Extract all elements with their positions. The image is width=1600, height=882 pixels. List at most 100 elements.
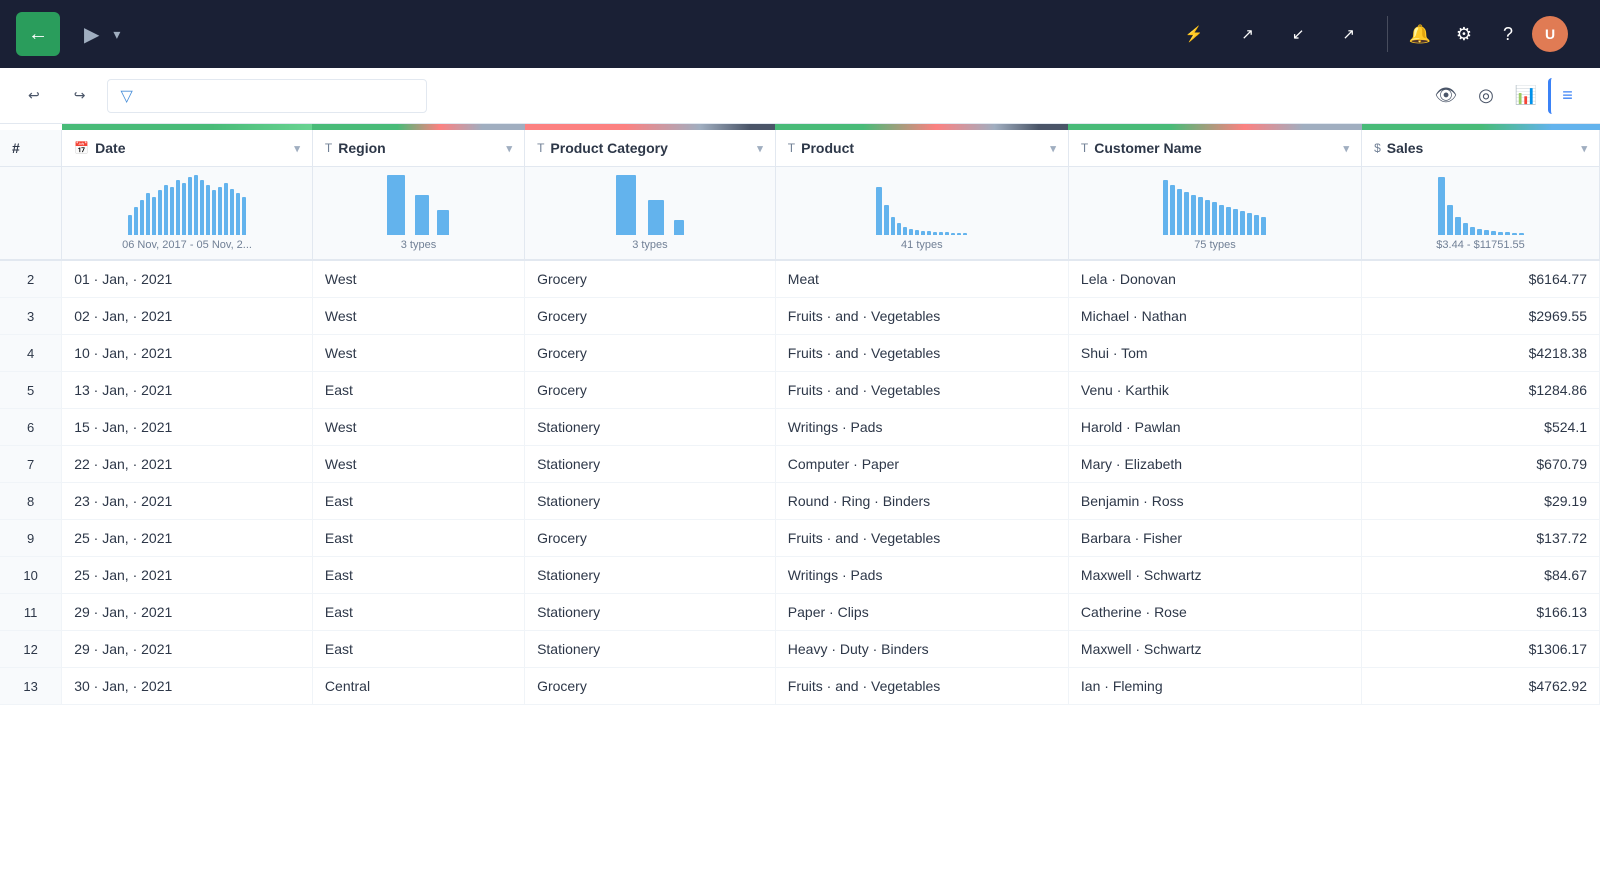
cell-region-3: East: [312, 372, 524, 409]
table-row: 11 29 · Jan, · 2021 East Stationery Pape…: [0, 594, 1600, 631]
help-button[interactable]: ?: [1488, 14, 1528, 54]
cell-region-2: West: [312, 335, 524, 372]
cell-category-10: Stationery: [525, 631, 776, 668]
customer-type-icon: T: [1081, 141, 1088, 155]
row-num-1: 3: [0, 298, 62, 335]
cell-date-2: 10 · Jan, · 2021: [62, 335, 313, 372]
cell-category-7: Grocery: [525, 520, 776, 557]
cell-category-11: Grocery: [525, 668, 776, 705]
cell-product-2: Fruits · and · Vegetables: [775, 335, 1068, 372]
product-sort-icon[interactable]: ▾: [1050, 142, 1056, 155]
customer-sort-icon[interactable]: ▾: [1344, 142, 1350, 155]
row-num-7: 9: [0, 520, 62, 557]
avatar[interactable]: U: [1532, 16, 1568, 52]
back-button[interactable]: ←: [16, 12, 60, 56]
import-button[interactable]: ↙: [1278, 17, 1325, 51]
cell-sales-8: $84.67: [1362, 557, 1600, 594]
region-chart-label: 3 types: [401, 239, 436, 251]
date-type-icon: 📅: [74, 141, 89, 155]
title-dropdown-icon[interactable]: ▾: [113, 26, 120, 43]
cell-category-4: Stationery: [525, 409, 776, 446]
settings-button[interactable]: ⚙: [1444, 14, 1484, 54]
row-num-6: 8: [0, 483, 62, 520]
nav-separator: ▶: [84, 22, 99, 47]
cell-category-0: Grocery: [525, 260, 776, 298]
customer-chart-label: 75 types: [1194, 239, 1236, 251]
cell-customer-0: Lela · Donovan: [1068, 260, 1361, 298]
row-num-10: 12: [0, 631, 62, 668]
category-sort-icon[interactable]: ▾: [757, 142, 763, 155]
sales-sort-icon[interactable]: ▾: [1581, 142, 1587, 155]
cell-date-10: 29 · Jan, · 2021: [62, 631, 313, 668]
cell-product-5: Computer · Paper: [775, 446, 1068, 483]
filter-icon: ▽: [120, 86, 132, 106]
product-type-icon: T: [788, 141, 795, 155]
chart-product: 41 types: [775, 167, 1068, 261]
cell-product-4: Writings · Pads: [775, 409, 1068, 446]
col-header-product[interactable]: T Product ▾: [775, 130, 1068, 167]
table-body: 2 01 · Jan, · 2021 West Grocery Meat Lel…: [0, 260, 1600, 705]
category-type-icon: T: [537, 141, 544, 155]
nav-divider: [1387, 16, 1388, 52]
cell-date-7: 25 · Jan, · 2021: [62, 520, 313, 557]
target-icon[interactable]: ◎: [1468, 78, 1504, 114]
chart-sales: $3.44 - $11751.55: [1362, 167, 1600, 261]
redo-icon: ↪: [74, 87, 86, 104]
cell-sales-5: $670.79: [1362, 446, 1600, 483]
cell-product-10: Heavy · Duty · Binders: [775, 631, 1068, 668]
row-num-11: 13: [0, 668, 62, 705]
top-nav: ← ▶ ▾ ⚡ ↗ ↙ ↗ 🔔 ⚙ ? U: [0, 0, 1600, 68]
col-header-customer[interactable]: T Customer Name ▾: [1068, 130, 1361, 167]
undo-button[interactable]: ↩: [16, 81, 58, 110]
date-sort-icon[interactable]: ▾: [294, 142, 300, 155]
chart-icon[interactable]: 📊: [1508, 78, 1544, 114]
cell-sales-7: $137.72: [1362, 520, 1600, 557]
cell-customer-2: Shui · Tom: [1068, 335, 1361, 372]
category-chart-label: 3 types: [632, 239, 667, 251]
cell-sales-2: $4218.38: [1362, 335, 1600, 372]
cell-product-8: Writings · Pads: [775, 557, 1068, 594]
chart-rownum: [0, 167, 62, 261]
cell-customer-11: Ian · Fleming: [1068, 668, 1361, 705]
cell-date-5: 22 · Jan, · 2021: [62, 446, 313, 483]
notifications-button[interactable]: 🔔: [1400, 14, 1440, 54]
cell-category-6: Stationery: [525, 483, 776, 520]
search-filter-box[interactable]: ▽: [107, 79, 427, 113]
row-num-2: 4: [0, 335, 62, 372]
col-header-rownum: #: [0, 130, 62, 167]
cell-category-2: Grocery: [525, 335, 776, 372]
col-header-region[interactable]: T Region ▾: [312, 130, 524, 167]
chart-row: 06 Nov, 2017 - 05 Nov, 2... 3 types: [0, 167, 1600, 261]
table-row: 10 25 · Jan, · 2021 East Stationery Writ…: [0, 557, 1600, 594]
export-button[interactable]: ↗: [1328, 17, 1375, 51]
cell-date-9: 29 · Jan, · 2021: [62, 594, 313, 631]
redo-button[interactable]: ↪: [62, 81, 104, 110]
region-sort-icon[interactable]: ▾: [507, 142, 513, 155]
category-mini-chart: [616, 175, 684, 235]
cell-customer-5: Mary · Elizabeth: [1068, 446, 1361, 483]
cell-region-10: East: [312, 631, 524, 668]
layout-icon[interactable]: ≡: [1548, 78, 1584, 114]
toolbar: ↩ ↪ ▽ 👁 ◎ 📊 ≡: [0, 68, 1600, 124]
transform-button[interactable]: ⚡: [1171, 17, 1224, 51]
col-header-category[interactable]: T Product Category ▾: [525, 130, 776, 167]
header-row: # 📅 Date ▾ T Region ▾: [0, 130, 1600, 167]
row-num-9: 11: [0, 594, 62, 631]
customer-mini-chart: [1163, 175, 1266, 235]
cell-region-4: West: [312, 409, 524, 446]
undo-icon: ↩: [28, 87, 40, 104]
cell-product-3: Fruits · and · Vegetables: [775, 372, 1068, 409]
region-mini-chart: [387, 175, 449, 235]
row-num-5: 7: [0, 446, 62, 483]
table-row: 7 22 · Jan, · 2021 West Stationery Compu…: [0, 446, 1600, 483]
cell-product-11: Fruits · and · Vegetables: [775, 668, 1068, 705]
eye-icon[interactable]: 👁: [1428, 78, 1464, 114]
cell-product-7: Fruits · and · Vegetables: [775, 520, 1068, 557]
share-button[interactable]: ↗: [1227, 17, 1274, 51]
col-header-sales[interactable]: $ Sales ▾: [1362, 130, 1600, 167]
cell-date-3: 13 · Jan, · 2021: [62, 372, 313, 409]
col-header-date[interactable]: 📅 Date ▾: [62, 130, 313, 167]
table-row: 8 23 · Jan, · 2021 East Stationery Round…: [0, 483, 1600, 520]
sales-type-icon: $: [1374, 141, 1381, 155]
cell-region-9: East: [312, 594, 524, 631]
